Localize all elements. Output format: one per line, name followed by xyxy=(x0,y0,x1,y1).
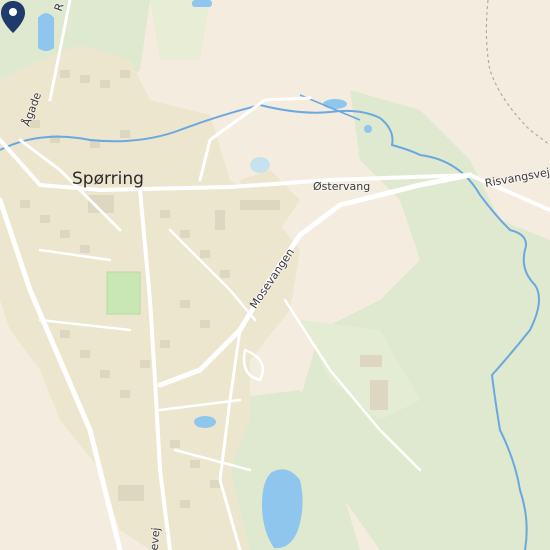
road-label-ostervang: Østervang xyxy=(313,180,371,193)
pond-south-small xyxy=(194,416,216,428)
road-label-devej: devej xyxy=(147,526,163,550)
pond-east xyxy=(323,99,347,109)
pond-top-left xyxy=(38,13,54,51)
place-label: Spørring xyxy=(72,169,144,189)
dashed-trail xyxy=(485,0,550,146)
sports-field xyxy=(106,271,141,315)
map-canvas[interactable]: Spørring Østervang Risvangsvej Mosevange… xyxy=(0,0,550,550)
map-pin-icon[interactable] xyxy=(0,0,26,34)
meadow-top xyxy=(150,0,210,60)
pond-top xyxy=(192,0,212,7)
pond-central xyxy=(250,157,270,173)
pond-small xyxy=(364,125,372,133)
